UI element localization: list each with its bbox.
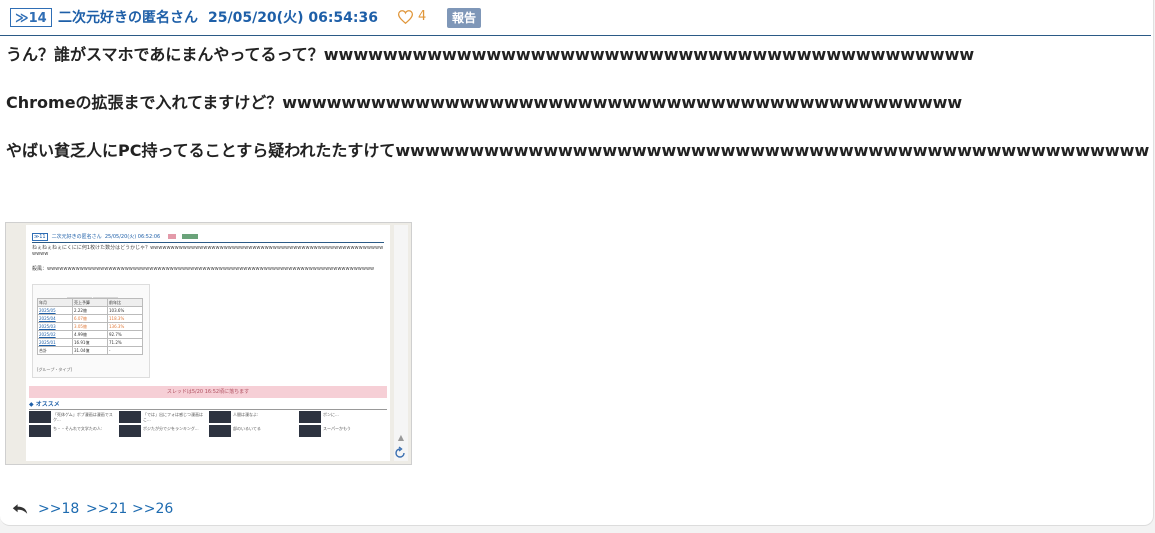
reply-icon[interactable] (12, 503, 28, 515)
mini-thread-notice: スレッドは5/20 16:52頃に落ちます (29, 386, 387, 398)
screenshot-sidebar (394, 225, 408, 461)
post-line: Chromeの拡張まで入れてますけど？wwwwwwwwwwwwwwwwwwwww… (6, 93, 963, 112)
report-button[interactable]: 報告 (447, 8, 481, 28)
heart-icon[interactable] (398, 10, 413, 24)
reply-anchor-link[interactable]: >>21 (86, 500, 127, 518)
scroll-up-icon: ▲ (397, 433, 405, 442)
post-date: 25/05/20(火) 06:54:36 (208, 10, 378, 26)
mini-post-line: ねぇねぇねぇにくにに何1枚けた数分はどうかじゃ？wwwwwwwwwwwwwwww… (32, 245, 384, 257)
mini-recommend-header: ◆ オススメ (29, 401, 387, 410)
attached-image[interactable]: ≫11 二次元好きの匿名さん 25/05/20(火) 06:52:06 ねぇねぇね… (5, 222, 412, 465)
reply-anchor-link[interactable]: >>26 (132, 500, 173, 518)
mini-post-line: 殺風：wwwwwwwwwwwwwwwwwwwwwwwwwwwwwwwwwwwww… (32, 266, 375, 272)
post-body: うん？誰がスマホであにまんやってるって？wwwwwwwwwwwwwwwwwwww… (6, 44, 1151, 162)
screenshot-page: ≫11 二次元好きの匿名さん 25/05/20(火) 06:52:06 ねぇねぇね… (26, 225, 390, 461)
mini-post-header: ≫11 二次元好きの匿名さん 25/05/20(火) 06:52:06 (32, 233, 384, 241)
author-name: 二次元好きの匿名さん (58, 10, 198, 26)
post-header: ≫14 二次元好きの匿名さん 25/05/20(火) 06:54:36 4 報告 (0, 0, 1151, 36)
reply-anchor-link[interactable]: >>18 (38, 500, 79, 518)
like-count: 4 (418, 9, 427, 24)
post-number-link[interactable]: ≫14 (10, 8, 52, 27)
mini-sales-table: 2025 年月売上予算前年比 2025/052.22億103.6% 2025/0… (32, 284, 150, 378)
post-line: うん？誰がスマホであにまんやってるって？wwwwwwwwwwwwwwwwwwww… (6, 45, 975, 64)
mini-recommend-grid: 「死体ゲム」ポプ漫画は漫画でスク... 「では」出にフォは感じつ漫画はこ... … (29, 411, 387, 439)
refresh-icon (395, 446, 405, 458)
post-card: ≫14 二次元好きの匿名さん 25/05/20(火) 06:54:36 4 報告… (0, 0, 1154, 526)
post-line: やばい貧乏人にPC持ってることすら疑われたたすけてwwwwwwwwwwwwwww… (6, 141, 1150, 160)
